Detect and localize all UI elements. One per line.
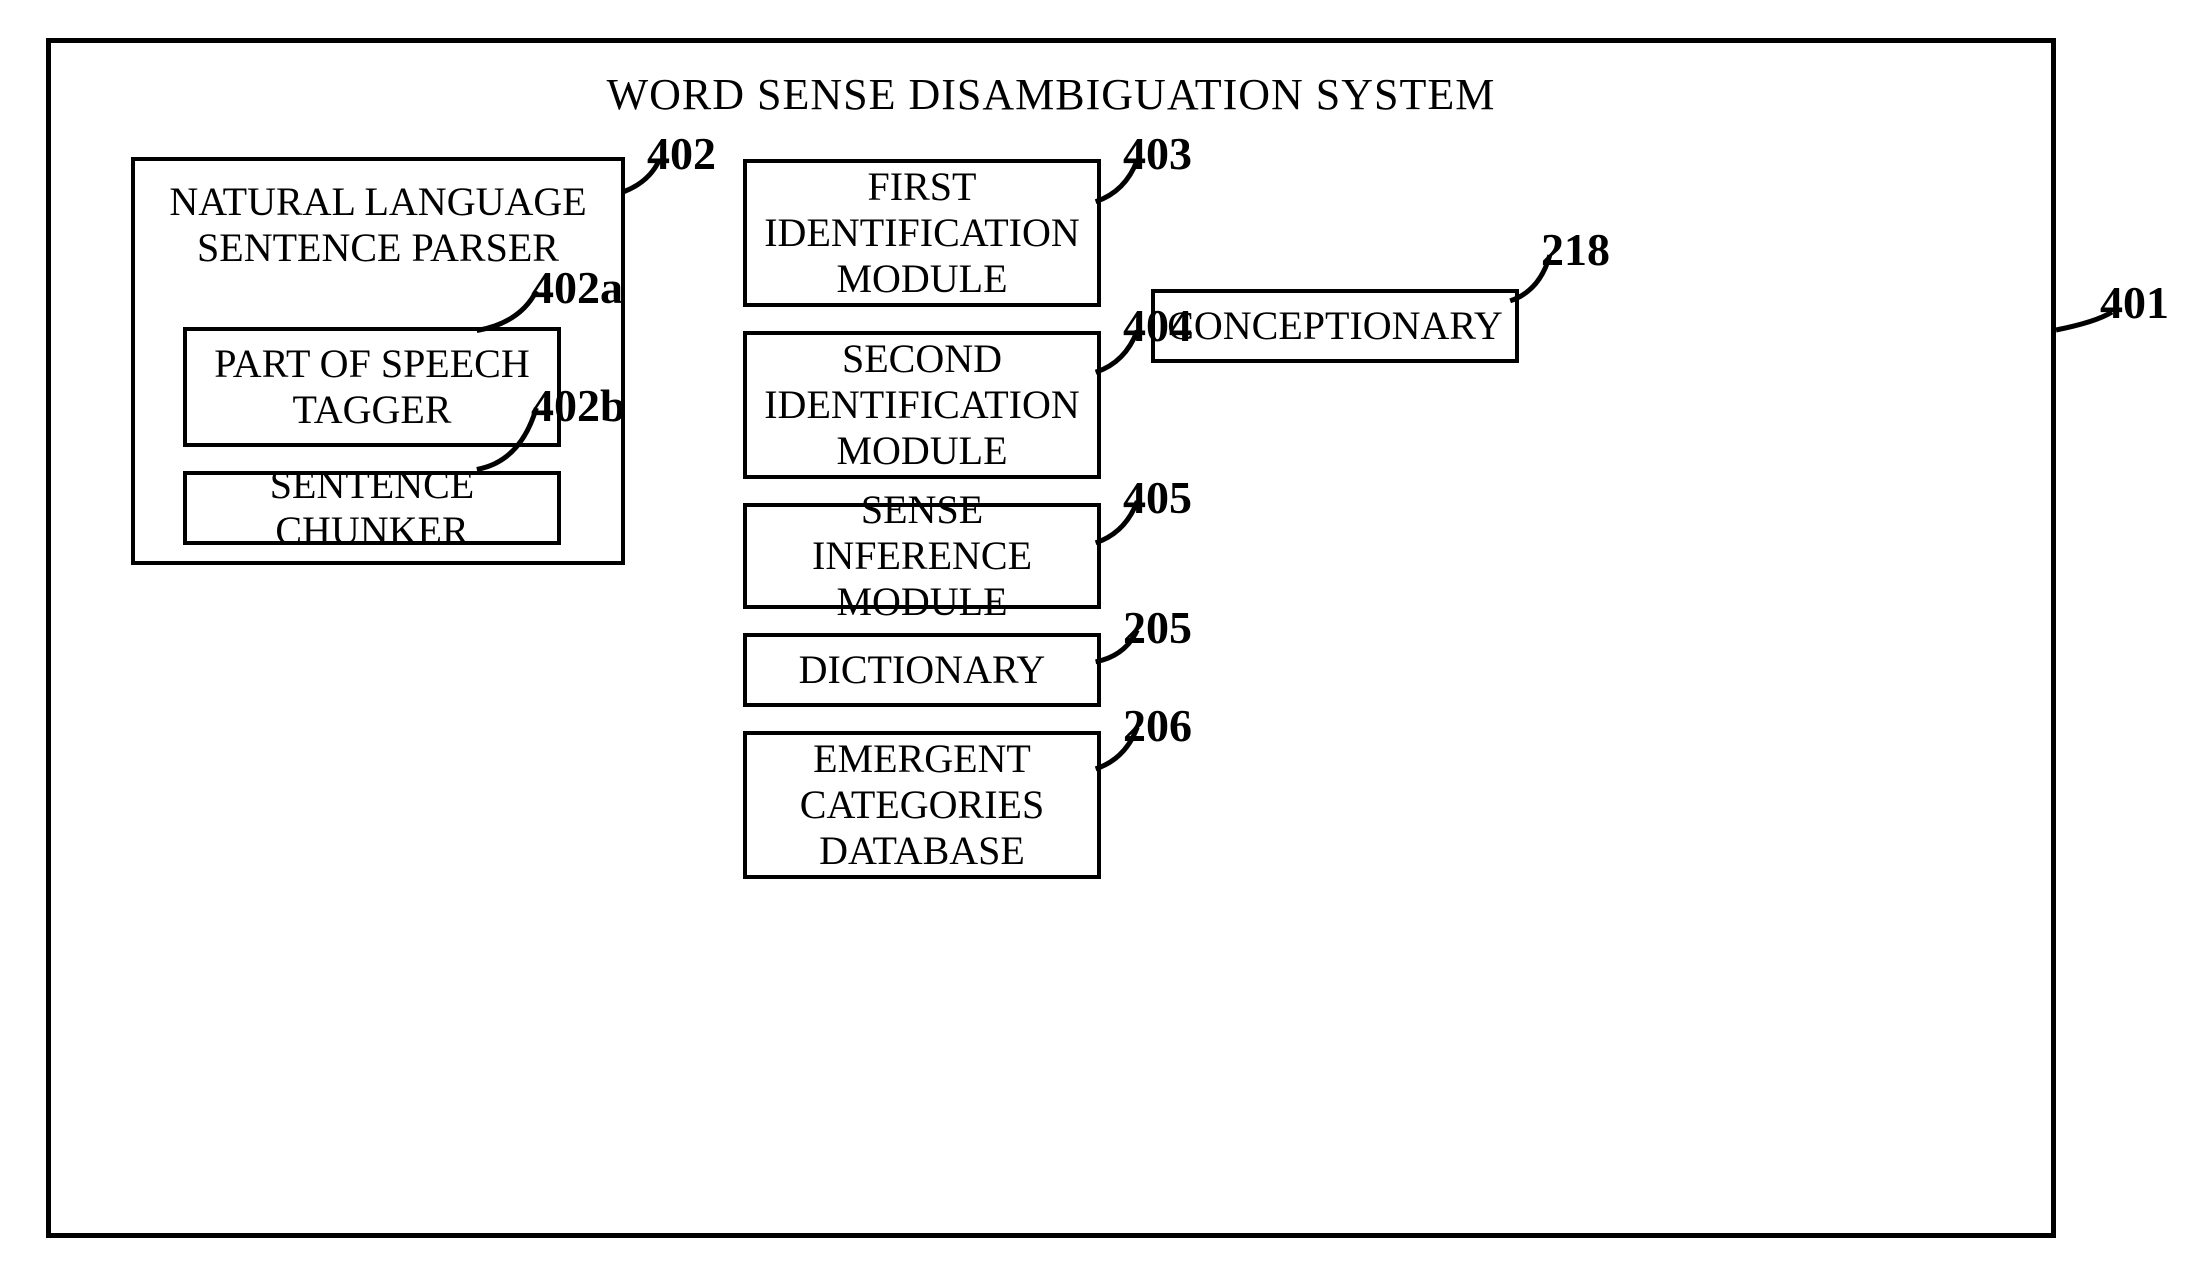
ref-402b: 402b bbox=[531, 379, 626, 432]
ref-405: 405 bbox=[1123, 471, 1192, 524]
ref-402: 402 bbox=[647, 127, 716, 180]
second-id-l2: IDENTIFICATION bbox=[764, 382, 1080, 427]
dictionary-module: DICTIONARY bbox=[743, 633, 1101, 707]
second-identification-module: SECOND IDENTIFICATION MODULE bbox=[743, 331, 1101, 479]
second-id-l3: MODULE bbox=[836, 428, 1007, 473]
parser-title-l1: NATURAL LANGUAGE bbox=[169, 179, 586, 224]
first-id-l2: IDENTIFICATION bbox=[764, 210, 1080, 255]
dictionary-label: DICTIONARY bbox=[799, 647, 1046, 693]
emergent-l1: EMERGENT bbox=[813, 736, 1031, 781]
system-title: WORD SENSE DISAMBIGUATION SYSTEM bbox=[51, 69, 2051, 120]
ref-402a: 402a bbox=[531, 261, 623, 314]
sense-l2: MODULE bbox=[836, 579, 1007, 624]
ref-205: 205 bbox=[1123, 601, 1192, 654]
sentence-chunker-box: SENTENCE CHUNKER bbox=[183, 471, 561, 545]
parser-container: NATURAL LANGUAGE SENTENCE PARSER PART OF… bbox=[131, 157, 625, 565]
first-id-l3: MODULE bbox=[836, 256, 1007, 301]
pos-tagger-box: PART OF SPEECH TAGGER bbox=[183, 327, 561, 447]
conceptionary-box: CONCEPTIONARY bbox=[1151, 289, 1519, 363]
ref-206: 206 bbox=[1123, 699, 1192, 752]
sense-inference-module: SENSE INFERENCE MODULE bbox=[743, 503, 1101, 609]
emergent-l3: DATABASE bbox=[819, 828, 1025, 873]
sentence-chunker-label: SENTENCE CHUNKER bbox=[197, 462, 547, 554]
emergent-l2: CATEGORIES bbox=[800, 782, 1044, 827]
second-id-l1: SECOND bbox=[842, 336, 1002, 381]
parser-title-l2: SENTENCE PARSER bbox=[197, 225, 559, 270]
first-id-l1: FIRST bbox=[868, 164, 977, 209]
pos-tagger-l1: PART OF SPEECH bbox=[214, 341, 530, 386]
parser-title: NATURAL LANGUAGE SENTENCE PARSER bbox=[145, 179, 611, 271]
first-identification-module: FIRST IDENTIFICATION MODULE bbox=[743, 159, 1101, 307]
sense-l1: SENSE INFERENCE bbox=[812, 487, 1032, 578]
ref-218: 218 bbox=[1541, 223, 1610, 276]
ref-401: 401 bbox=[2100, 276, 2169, 329]
pos-tagger-l2: TAGGER bbox=[292, 387, 451, 432]
system-frame: WORD SENSE DISAMBIGUATION SYSTEM NATURAL… bbox=[46, 38, 2056, 1238]
conceptionary-label: CONCEPTIONARY bbox=[1167, 303, 1503, 349]
ref-403: 403 bbox=[1123, 127, 1192, 180]
ref-404: 404 bbox=[1123, 299, 1192, 352]
emergent-categories-database: EMERGENT CATEGORIES DATABASE bbox=[743, 731, 1101, 879]
